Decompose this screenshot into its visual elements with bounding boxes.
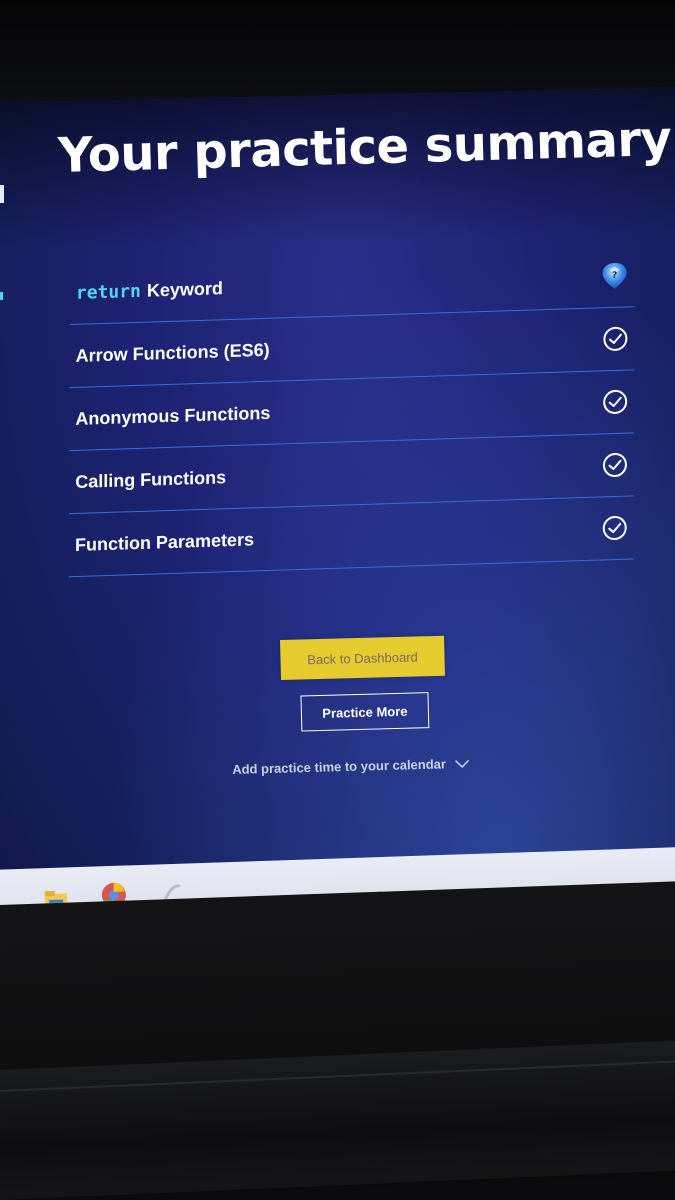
chevron-down-icon	[455, 759, 469, 768]
check-circle-icon	[603, 389, 628, 414]
summary-item-label: Anonymous Functions	[75, 402, 271, 429]
check-circle-icon	[602, 452, 627, 477]
gem-icon: ?	[602, 262, 627, 289]
code-keyword: return	[75, 280, 141, 304]
sidebar-edge-accent	[0, 292, 3, 300]
summary-item-label: Function Parameters	[74, 528, 255, 555]
svg-text:?: ?	[612, 271, 617, 281]
back-to-dashboard-button[interactable]: Back to Dashboard	[280, 635, 445, 680]
summary-item-text: Keyword	[146, 277, 223, 301]
sidebar-edge	[0, 185, 4, 203]
summary-item-label: Calling Functions	[75, 466, 227, 492]
check-circle-icon	[602, 516, 627, 541]
summary-item-label: return Keyword	[76, 278, 223, 304]
check-circle-icon	[603, 326, 628, 351]
summary-item-label: Arrow Functions (ES6)	[75, 339, 270, 366]
summary-actions: Back to Dashboard Practice More	[280, 635, 462, 732]
practice-more-button[interactable]: Practice More	[300, 692, 430, 732]
practice-summary-list: return Keyword ? Arrow Functions (ES6) An…	[68, 244, 635, 578]
